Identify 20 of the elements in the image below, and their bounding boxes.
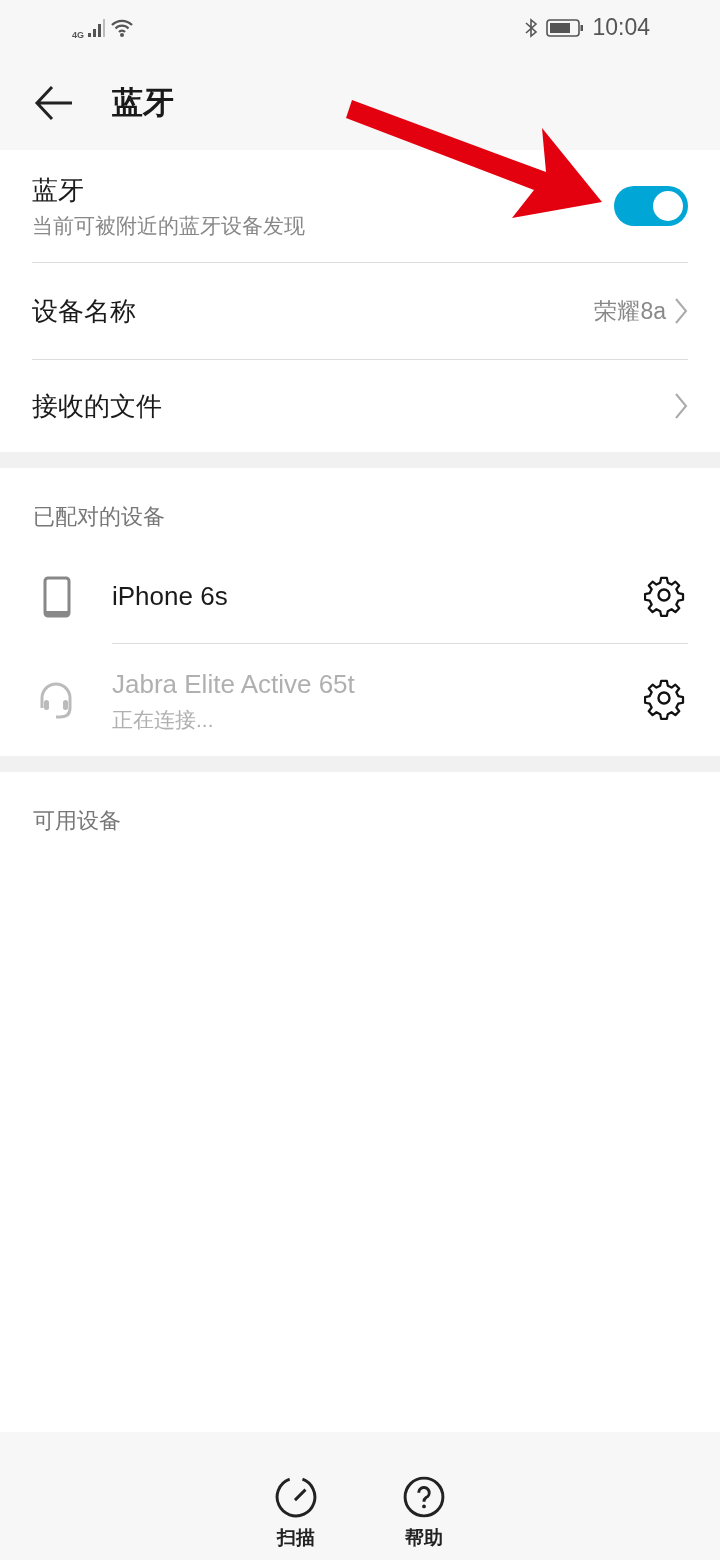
network-label: 4G [72, 31, 84, 40]
device-name[interactable]: iPhone 6s [112, 577, 644, 616]
setting-title: 蓝牙 [32, 173, 85, 207]
connection-status: 正在连接... [112, 706, 215, 733]
back-icon[interactable] [34, 84, 74, 121]
signal-icon [88, 17, 106, 38]
clock-time: 10:04 [592, 13, 650, 43]
battery-icon [546, 17, 585, 38]
setting-title[interactable]: 设备名称 [32, 291, 595, 331]
bluetooth-toggle[interactable] [614, 186, 688, 226]
setting-description: 当前可被附近的蓝牙设备发现 [32, 212, 306, 239]
section-heading: 可用设备 [32, 807, 122, 835]
section-heading: 已配对的设备 [32, 503, 166, 531]
bluetooth-icon [524, 16, 539, 39]
chevron-right-icon[interactable] [674, 297, 688, 325]
setting-title[interactable]: 接收的文件 [32, 386, 674, 426]
wifi-icon [110, 17, 134, 38]
chevron-right-icon[interactable] [674, 392, 688, 420]
page-title: 蓝牙 [112, 83, 174, 122]
setting-value: 荣耀8a [594, 296, 666, 326]
